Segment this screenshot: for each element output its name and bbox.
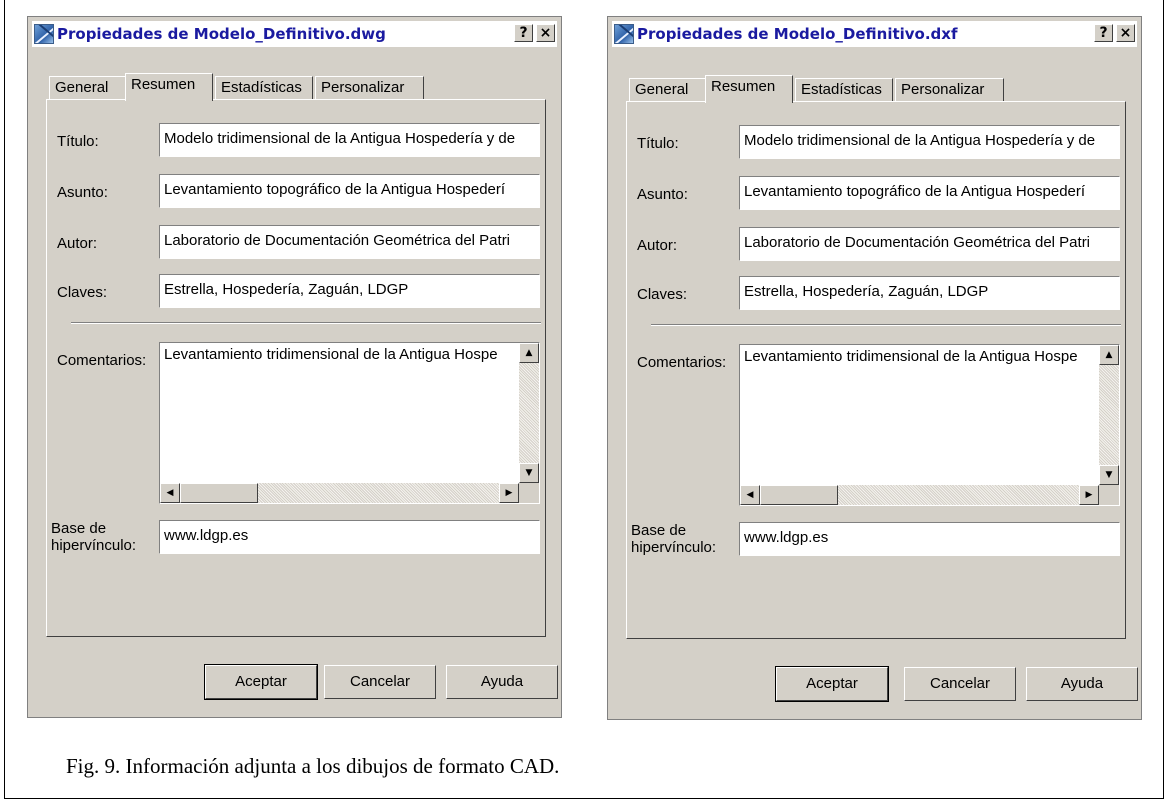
- base-label-line1: Base de: [51, 520, 107, 537]
- titulo-field[interactable]: Modelo tridimensional de la Antigua Hosp…: [159, 123, 540, 157]
- properties-dialog-dxf: Propiedades de Modelo_Definitivo.dxf ? ×…: [607, 16, 1142, 720]
- asunto-label: Asunto:: [637, 186, 688, 203]
- scroll-corner: [519, 483, 539, 503]
- horizontal-scrollbar[interactable]: ◀ ▶: [740, 485, 1099, 505]
- claves-label: Claves:: [637, 286, 688, 303]
- base-hipervinculo-field[interactable]: www.ldgp.es: [159, 520, 540, 554]
- help-question-button[interactable]: ?: [514, 24, 533, 42]
- scroll-corner: [1099, 485, 1119, 505]
- figure-caption: Fig. 9. Información adjunta a los dibujo…: [66, 754, 560, 778]
- asunto-label: Asunto:: [57, 184, 108, 201]
- base-hipervinculo-field[interactable]: www.ldgp.es: [739, 522, 1120, 556]
- horizontal-scrollbar[interactable]: ◀ ▶: [160, 483, 519, 503]
- tab-personalizar[interactable]: Personalizar: [895, 78, 1004, 101]
- resumen-panel: Título: Modelo tridimensional de la Anti…: [626, 101, 1126, 639]
- base-hipervinculo-label: Base de hipervínculo:: [51, 520, 136, 554]
- autor-label: Autor:: [637, 237, 678, 254]
- scroll-right-icon[interactable]: ▶: [499, 483, 519, 503]
- comentarios-textarea[interactable]: Levantamiento tridimensional de la Antig…: [159, 342, 540, 504]
- claves-label: Claves:: [57, 284, 108, 301]
- comentarios-textarea[interactable]: Levantamiento tridimensional de la Antig…: [739, 344, 1120, 506]
- separator: [71, 322, 541, 324]
- title-bar[interactable]: Propiedades de Modelo_Definitivo.dxf ? ×: [612, 21, 1137, 47]
- tab-estadisticas[interactable]: Estadísticas: [215, 76, 313, 99]
- ayuda-button[interactable]: Ayuda: [1026, 667, 1138, 701]
- scroll-thumb[interactable]: [760, 485, 838, 505]
- app-icon: [34, 24, 54, 44]
- vertical-scrollbar[interactable]: ▲ ▼: [519, 343, 539, 483]
- claves-field[interactable]: Estrella, Hospedería, Zaguán, LDGP: [739, 276, 1120, 310]
- tab-general[interactable]: General: [49, 76, 127, 99]
- scroll-left-icon[interactable]: ◀: [160, 483, 180, 503]
- dialog-title: Propiedades de Modelo_Definitivo.dxf: [637, 25, 958, 43]
- comentarios-text: Levantamiento tridimensional de la Antig…: [164, 346, 498, 363]
- tab-resumen[interactable]: Resumen: [705, 75, 793, 103]
- app-icon: [614, 24, 634, 44]
- base-hipervinculo-label: Base de hipervínculo:: [631, 522, 716, 556]
- dialog-title: Propiedades de Modelo_Definitivo.dwg: [57, 25, 386, 43]
- tab-general[interactable]: General: [629, 78, 707, 101]
- scroll-left-icon[interactable]: ◀: [740, 485, 760, 505]
- vertical-scrollbar[interactable]: ▲ ▼: [1099, 345, 1119, 485]
- cancelar-button[interactable]: Cancelar: [904, 667, 1016, 701]
- scroll-down-icon[interactable]: ▼: [519, 463, 539, 483]
- autor-field[interactable]: Laboratorio de Documentación Geométrica …: [159, 225, 540, 259]
- scroll-thumb[interactable]: [180, 483, 258, 503]
- resumen-panel: Título: Modelo tridimensional de la Anti…: [46, 99, 546, 637]
- comentarios-label: Comentarios:: [57, 352, 147, 369]
- comentarios-label: Comentarios:: [637, 354, 727, 371]
- close-button[interactable]: ×: [536, 24, 555, 42]
- separator: [651, 324, 1121, 326]
- scroll-up-icon[interactable]: ▲: [1099, 345, 1119, 365]
- claves-field[interactable]: Estrella, Hospedería, Zaguán, LDGP: [159, 274, 540, 308]
- ayuda-button[interactable]: Ayuda: [446, 665, 558, 699]
- tab-resumen[interactable]: Resumen: [125, 73, 213, 101]
- close-button[interactable]: ×: [1116, 24, 1135, 42]
- comentarios-text: Levantamiento tridimensional de la Antig…: [744, 348, 1078, 365]
- cancelar-button[interactable]: Cancelar: [324, 665, 436, 699]
- titulo-label: Título:: [57, 133, 99, 150]
- asunto-field[interactable]: Levantamiento topográfico de la Antigua …: [739, 176, 1120, 210]
- scroll-right-icon[interactable]: ▶: [1079, 485, 1099, 505]
- help-question-button[interactable]: ?: [1094, 24, 1113, 42]
- aceptar-button[interactable]: Aceptar: [204, 664, 318, 700]
- properties-dialog-dwg: Propiedades de Modelo_Definitivo.dwg ? ×…: [27, 16, 562, 718]
- base-label-line2: hipervínculo:: [631, 539, 717, 556]
- titulo-field[interactable]: Modelo tridimensional de la Antigua Hosp…: [739, 125, 1120, 159]
- aceptar-button[interactable]: Aceptar: [775, 666, 889, 702]
- autor-label: Autor:: [57, 235, 98, 252]
- title-bar[interactable]: Propiedades de Modelo_Definitivo.dwg ? ×: [32, 21, 557, 47]
- scroll-up-icon[interactable]: ▲: [519, 343, 539, 363]
- base-label-line1: Base de: [631, 522, 687, 539]
- titulo-label: Título:: [637, 135, 679, 152]
- base-label-line2: hipervínculo:: [51, 537, 137, 554]
- autor-field[interactable]: Laboratorio de Documentación Geométrica …: [739, 227, 1120, 261]
- scroll-down-icon[interactable]: ▼: [1099, 465, 1119, 485]
- asunto-field[interactable]: Levantamiento topográfico de la Antigua …: [159, 174, 540, 208]
- tab-personalizar[interactable]: Personalizar: [315, 76, 424, 99]
- tab-estadisticas[interactable]: Estadísticas: [795, 78, 893, 101]
